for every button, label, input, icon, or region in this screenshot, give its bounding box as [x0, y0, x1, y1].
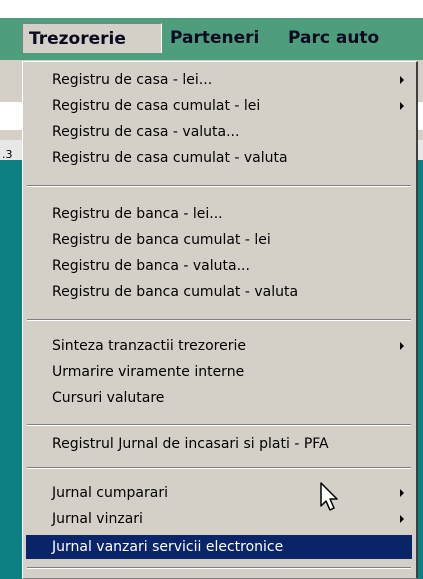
- menu-item-jurnal-vinzari[interactable]: Jurnal vinzari: [26, 507, 412, 531]
- menu-item-label: Cursuri valutare: [52, 390, 165, 406]
- menu-item-label: Registru de banca cumulat - valuta: [52, 284, 299, 300]
- menu-item-registru-banca-valuta[interactable]: Registru de banca - valuta...: [26, 254, 412, 278]
- submenu-arrow-icon: [400, 76, 404, 84]
- menu-parc-auto[interactable]: Parc auto: [282, 23, 385, 53]
- menu-separator: [27, 185, 411, 187]
- submenu-arrow-icon: [400, 489, 404, 497]
- menu-item-registru-banca-cumulat-lei[interactable]: Registru de banca cumulat - lei: [26, 228, 412, 252]
- menu-item-label: Registru de casa - lei...: [52, 72, 213, 88]
- menu-item-registru-casa-lei[interactable]: Registru de casa - lei...: [26, 68, 412, 92]
- menu-item-cursuri-valutare[interactable]: Cursuri valutare: [26, 386, 412, 410]
- menu-item-sinteza-tranzactii[interactable]: Sinteza tranzactii trezorerie: [26, 334, 412, 358]
- menu-item-jurnal-cumparari[interactable]: Jurnal cumparari: [26, 481, 412, 505]
- menu-item-label: Registru de casa cumulat - valuta: [52, 150, 288, 166]
- menu-item-label: Jurnal cumparari: [52, 485, 168, 501]
- menu-item-registrul-jurnal-pfa[interactable]: Registrul Jurnal de incasari si plati - …: [26, 432, 412, 456]
- menu-item-label: Registrul Jurnal de incasari si plati - …: [52, 436, 329, 452]
- menu-separator: [27, 424, 411, 426]
- menu-bar: Trezorerie Parteneri Parc auto: [0, 18, 423, 60]
- menu-separator: [27, 319, 411, 321]
- trezorerie-dropdown-menu: Registru de casa - lei... Registru de ca…: [22, 61, 418, 579]
- menu-item-label: Registru de banca - valuta...: [52, 258, 250, 274]
- submenu-arrow-icon: [400, 342, 404, 350]
- menu-item-label: Registru de casa cumulat - lei: [52, 98, 261, 114]
- menu-item-jurnal-vanzari-servicii-electronice[interactable]: Jurnal vanzari servicii electronice: [26, 535, 412, 559]
- menu-trezorerie[interactable]: Trezorerie: [22, 23, 162, 53]
- menu-item-label: Registru de banca cumulat - lei: [52, 232, 271, 248]
- menu-item-registru-casa-cumulat-lei[interactable]: Registru de casa cumulat - lei: [26, 94, 412, 118]
- submenu-arrow-icon: [400, 515, 404, 523]
- menu-item-label: Urmarire viramente interne: [52, 364, 245, 380]
- window-top-area: [0, 0, 423, 18]
- menu-item-label: Registru de casa - valuta...: [52, 124, 240, 140]
- menu-item-registru-banca-lei[interactable]: Registru de banca - lei...: [26, 202, 412, 226]
- menu-separator: [27, 467, 411, 469]
- menu-item-label: Jurnal vanzari servicii electronice: [52, 539, 284, 555]
- menu-item-registru-casa-valuta[interactable]: Registru de casa - valuta...: [26, 120, 412, 144]
- mouse-pointer-icon: [320, 482, 338, 511]
- menu-item-label: Registru de banca - lei...: [52, 206, 223, 222]
- menu-item-urmarire-viramente[interactable]: Urmarire viramente interne: [26, 360, 412, 384]
- submenu-arrow-icon: [400, 102, 404, 110]
- menu-item-label: Sinteza tranzactii trezorerie: [52, 338, 246, 354]
- menu-item-label: Jurnal vinzari: [52, 511, 143, 527]
- menu-separator: [27, 567, 411, 569]
- menu-item-registru-banca-cumulat-valuta[interactable]: Registru de banca cumulat - valuta: [26, 280, 412, 304]
- menu-item-registru-casa-cumulat-valuta[interactable]: Registru de casa cumulat - valuta: [26, 146, 412, 170]
- menu-parteneri[interactable]: Parteneri: [164, 23, 265, 53]
